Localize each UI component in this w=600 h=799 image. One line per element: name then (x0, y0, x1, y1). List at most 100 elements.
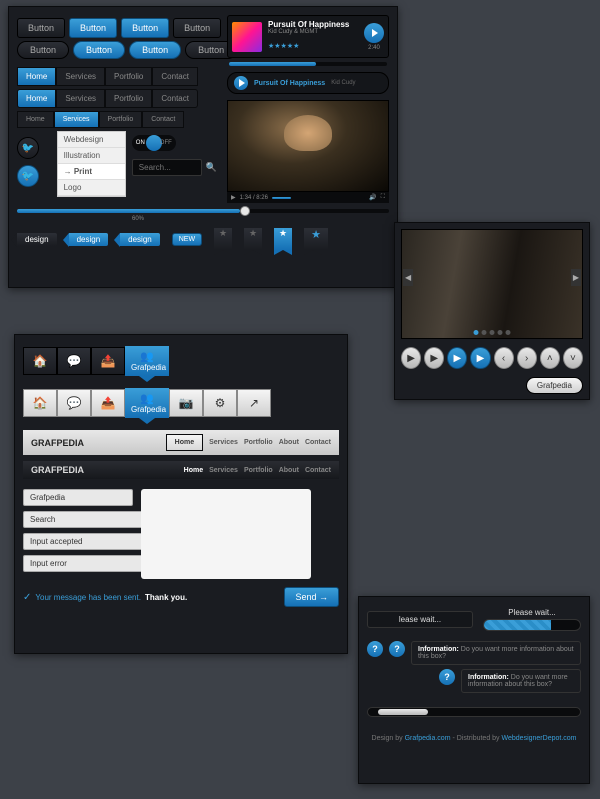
help-icon[interactable]: ? (389, 641, 405, 657)
play-icon[interactable]: ▶ (470, 347, 490, 369)
nav-portfolio[interactable]: Portfolio (244, 467, 273, 474)
dropdown-item[interactable]: Logo (58, 180, 125, 196)
dropdown-item[interactable]: Webdesign (58, 132, 125, 148)
scrollbar-thumb[interactable] (378, 709, 428, 715)
brand-tab[interactable]: 👥Grafpedia (125, 388, 169, 418)
button-blue[interactable]: Button (69, 18, 117, 38)
nav-portfolio[interactable]: Portfolio (244, 439, 273, 446)
album-art (232, 22, 262, 52)
upload-icon[interactable]: 📤 (91, 347, 125, 375)
brand-header-dark: GRAFPEDIA Home Services Portfolio About … (23, 461, 339, 479)
nav-about[interactable]: About (279, 439, 299, 446)
input-valid[interactable] (23, 533, 147, 550)
loading-label: Please wait... (483, 608, 581, 617)
nav-home[interactable]: Home (184, 467, 203, 474)
next-icon[interactable]: › (517, 347, 537, 369)
footer-link[interactable]: WebdesignerDepot.com (502, 735, 577, 742)
nav-contact[interactable]: Contact (152, 67, 198, 86)
nav-about[interactable]: About (279, 467, 299, 474)
footer-link[interactable]: Grafpedia.com (405, 735, 451, 742)
video-time: 1:34 / 8:26 (240, 195, 268, 201)
camera-icon[interactable]: 📷 (169, 389, 203, 417)
down-icon[interactable]: ˅ (563, 347, 583, 369)
scrollbar-track[interactable] (367, 707, 581, 717)
up-icon[interactable]: ˄ (540, 347, 560, 369)
chat-icon[interactable]: 💬 (57, 347, 91, 375)
carousel-dot[interactable] (498, 330, 503, 335)
button-pill-blue[interactable]: Button (129, 41, 181, 59)
services-dropdown: Webdesign Illustration → Print Logo (57, 131, 126, 197)
textarea[interactable] (141, 489, 311, 579)
volume-icon[interactable]: 🔊 (369, 194, 376, 201)
help-icon[interactable]: ? (367, 641, 383, 657)
fullscreen-icon[interactable]: ⛶ (381, 194, 385, 201)
play-icon[interactable]: ▶ (447, 347, 467, 369)
carousel-dot[interactable] (506, 330, 511, 335)
nav-portfolio[interactable]: Portfolio (105, 67, 152, 86)
nav-home[interactable]: Home (166, 434, 203, 451)
carousel-dot[interactable] (490, 330, 495, 335)
button-pill-blue[interactable]: Button (73, 41, 125, 59)
carousel-prev[interactable]: ◀ (403, 269, 413, 286)
song-title: Pursuit Of Happiness (254, 80, 325, 87)
nav-contact[interactable]: Contact (142, 111, 184, 128)
search-input[interactable] (23, 511, 147, 528)
play-button[interactable] (234, 76, 248, 90)
bookmark-ribbon[interactable]: ★ (214, 228, 232, 250)
toggle-switch[interactable]: ON OFF (132, 135, 176, 151)
home-icon[interactable]: 🏠 (23, 389, 57, 417)
bookmark-ribbon[interactable]: ★ (304, 228, 328, 250)
help-icon[interactable]: ? (439, 669, 455, 685)
nav-portfolio[interactable]: Portfolio (99, 111, 143, 128)
prev-icon[interactable]: ‹ (494, 347, 514, 369)
button-pill-dark[interactable]: Button (17, 41, 69, 59)
tag[interactable]: design (69, 233, 109, 246)
brand-tab[interactable]: 👥Grafpedia (125, 346, 169, 376)
nav-services[interactable]: Services (56, 89, 105, 108)
nav-contact[interactable]: Contact (305, 467, 331, 474)
search-icon[interactable]: 🔍 (206, 162, 217, 173)
home-icon[interactable]: 🏠 (23, 347, 57, 375)
video-play-icon[interactable]: ▶ (231, 194, 236, 201)
nav-home[interactable]: Home (17, 111, 54, 128)
twitter-icon[interactable]: 🐦 (17, 165, 39, 187)
text-input[interactable] (23, 489, 133, 506)
bookmark-ribbon[interactable]: ★ (244, 228, 262, 250)
search-input[interactable] (132, 159, 202, 176)
brand-header-light: GRAFPEDIA Home Services Portfolio About … (23, 430, 339, 455)
chat-icon[interactable]: 💬 (57, 389, 91, 417)
tag[interactable]: design (120, 233, 160, 246)
carousel-next[interactable]: ▶ (571, 269, 581, 286)
play-button[interactable] (364, 23, 384, 43)
carousel-dot[interactable] (474, 330, 479, 335)
nav-portfolio[interactable]: Portfolio (105, 89, 152, 108)
gear-icon[interactable]: ⚙ (203, 389, 237, 417)
carousel-dot[interactable] (482, 330, 487, 335)
bookmark-ribbon[interactable]: ★ (274, 228, 292, 250)
nav-services[interactable]: Services (209, 439, 238, 446)
info-tooltip: Information: Do you want more informatio… (411, 641, 581, 665)
share-icon[interactable]: ↗ (237, 389, 271, 417)
dropdown-item[interactable]: Illustration (58, 148, 125, 164)
button-dark[interactable]: Button (173, 18, 221, 38)
nav-contact[interactable]: Contact (305, 439, 331, 446)
input-error[interactable] (23, 555, 147, 572)
play-icon[interactable]: ▶ (424, 347, 444, 369)
play-icon[interactable]: ▶ (401, 347, 421, 369)
brand-button[interactable]: Grafpedia (526, 377, 583, 394)
tag[interactable]: design (17, 233, 57, 246)
upload-icon[interactable]: 📤 (91, 389, 125, 417)
nav-services[interactable]: Services (56, 67, 105, 86)
dropdown-item-selected[interactable]: → Print (58, 164, 125, 180)
button-blue[interactable]: Button (121, 18, 169, 38)
send-button[interactable]: Send → (284, 587, 339, 607)
twitter-icon[interactable]: 🐦 (17, 137, 39, 159)
nav-contact[interactable]: Contact (152, 89, 198, 108)
nav-home[interactable]: Home (17, 67, 56, 86)
info-tooltip: Information: Do you want more informatio… (461, 669, 581, 693)
nav-services[interactable]: Services (209, 467, 238, 474)
nav-services[interactable]: Services (54, 111, 99, 128)
video-player[interactable] (227, 100, 389, 192)
nav-home[interactable]: Home (17, 89, 56, 108)
button-dark[interactable]: Button (17, 18, 65, 38)
